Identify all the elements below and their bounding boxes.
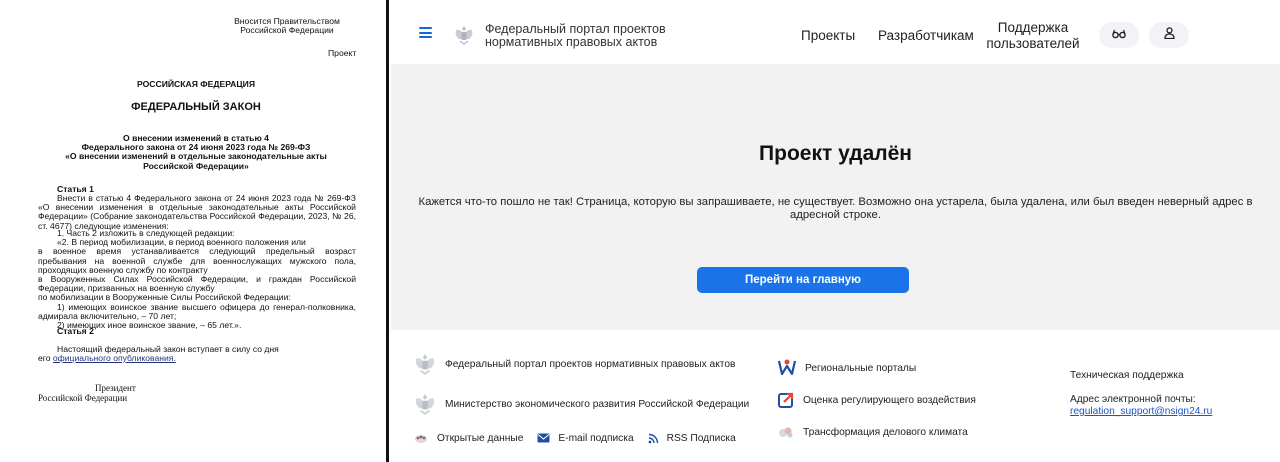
menu-icon[interactable]: [419, 27, 432, 38]
email-subscription-link[interactable]: E-mail подписка: [537, 433, 634, 444]
article1-intro: Внести в статью 4 Федерального закона от…: [38, 193, 356, 231]
user-icon: [1163, 26, 1175, 44]
ria-link[interactable]: Оценка регулирующего воздействия: [777, 391, 976, 409]
signature-title: Президент: [95, 383, 136, 393]
nav-projects[interactable]: Проекты: [801, 28, 855, 43]
business-climate-icon: [777, 424, 795, 440]
business-climate-link[interactable]: Трансформация делового климата: [777, 424, 968, 440]
login-button[interactable]: [1149, 22, 1189, 48]
go-home-button[interactable]: Перейти на главную: [697, 267, 909, 293]
emblem-icon: [453, 24, 475, 46]
law-document: Вносится Правительством Российской Федер…: [0, 0, 386, 462]
law-subject: О внесении изменений в статью 4 Федераль…: [65, 133, 327, 171]
site-footer: Федеральный портал проектов нормативных …: [389, 330, 1280, 462]
project-label: Проект: [328, 48, 357, 58]
regional-portals-icon: [777, 358, 797, 378]
portal-title[interactable]: Федеральный портал проектов нормативных …: [485, 23, 685, 49]
official-publication-link[interactable]: официального опубликования.: [53, 353, 176, 363]
regulation-portal: Федеральный портал проектов нормативных …: [389, 0, 1280, 462]
open-data-icon: [413, 432, 429, 444]
article2-heading: Статья 2: [57, 326, 94, 336]
country-heading: РОССИЙСКАЯ ФЕДЕРАЦИЯ: [136, 79, 256, 89]
glasses-icon: [1112, 26, 1126, 44]
signature-subtitle: Российской Федерации: [38, 393, 128, 403]
site-header: Федеральный портал проектов нормативных …: [389, 0, 1280, 64]
rss-icon: [648, 433, 659, 444]
ria-icon: [777, 391, 795, 409]
email-label: Адрес электронной почты:: [1070, 394, 1196, 405]
footer-subscriptions: Открытые данные E-mail подписка RSS Подп…: [413, 432, 750, 444]
mail-icon: [537, 433, 550, 443]
article2-link-line: его официального опубликования.: [38, 353, 176, 363]
nav-developers[interactable]: Разработчикам: [878, 28, 974, 43]
footer-ministry-link[interactable]: Министерство экономического развития Рос…: [413, 392, 749, 416]
accessibility-button[interactable]: [1099, 22, 1139, 48]
open-data-link[interactable]: Открытые данные: [413, 432, 523, 444]
tech-support-label[interactable]: Техническая поддержка: [1070, 370, 1184, 381]
article1-body: 1. Часть 2 изложить в следующей редакции…: [38, 228, 356, 331]
regional-portals-link[interactable]: Региональные порталы: [777, 358, 916, 378]
submitted-by: Вносится Правительством Российской Федер…: [234, 16, 340, 36]
error-section: Проект удалён Кажется что-то пошло не та…: [391, 64, 1280, 330]
error-message: Кажется что-то пошло не так! Страница, к…: [418, 196, 1253, 221]
law-title: ФЕДЕРАЛЬНЫЙ ЗАКОН: [131, 101, 261, 113]
emblem-icon: [413, 352, 437, 376]
rss-subscription-link[interactable]: RSS Подписка: [648, 433, 736, 444]
page-title: Проект удалён: [759, 142, 912, 165]
nav-user-support[interactable]: Поддержка пользователей: [985, 20, 1081, 52]
emblem-icon: [413, 392, 437, 416]
support-email-link[interactable]: regulation_support@nsign24.ru: [1070, 406, 1212, 417]
footer-portal-link[interactable]: Федеральный портал проектов нормативных …: [413, 352, 735, 376]
